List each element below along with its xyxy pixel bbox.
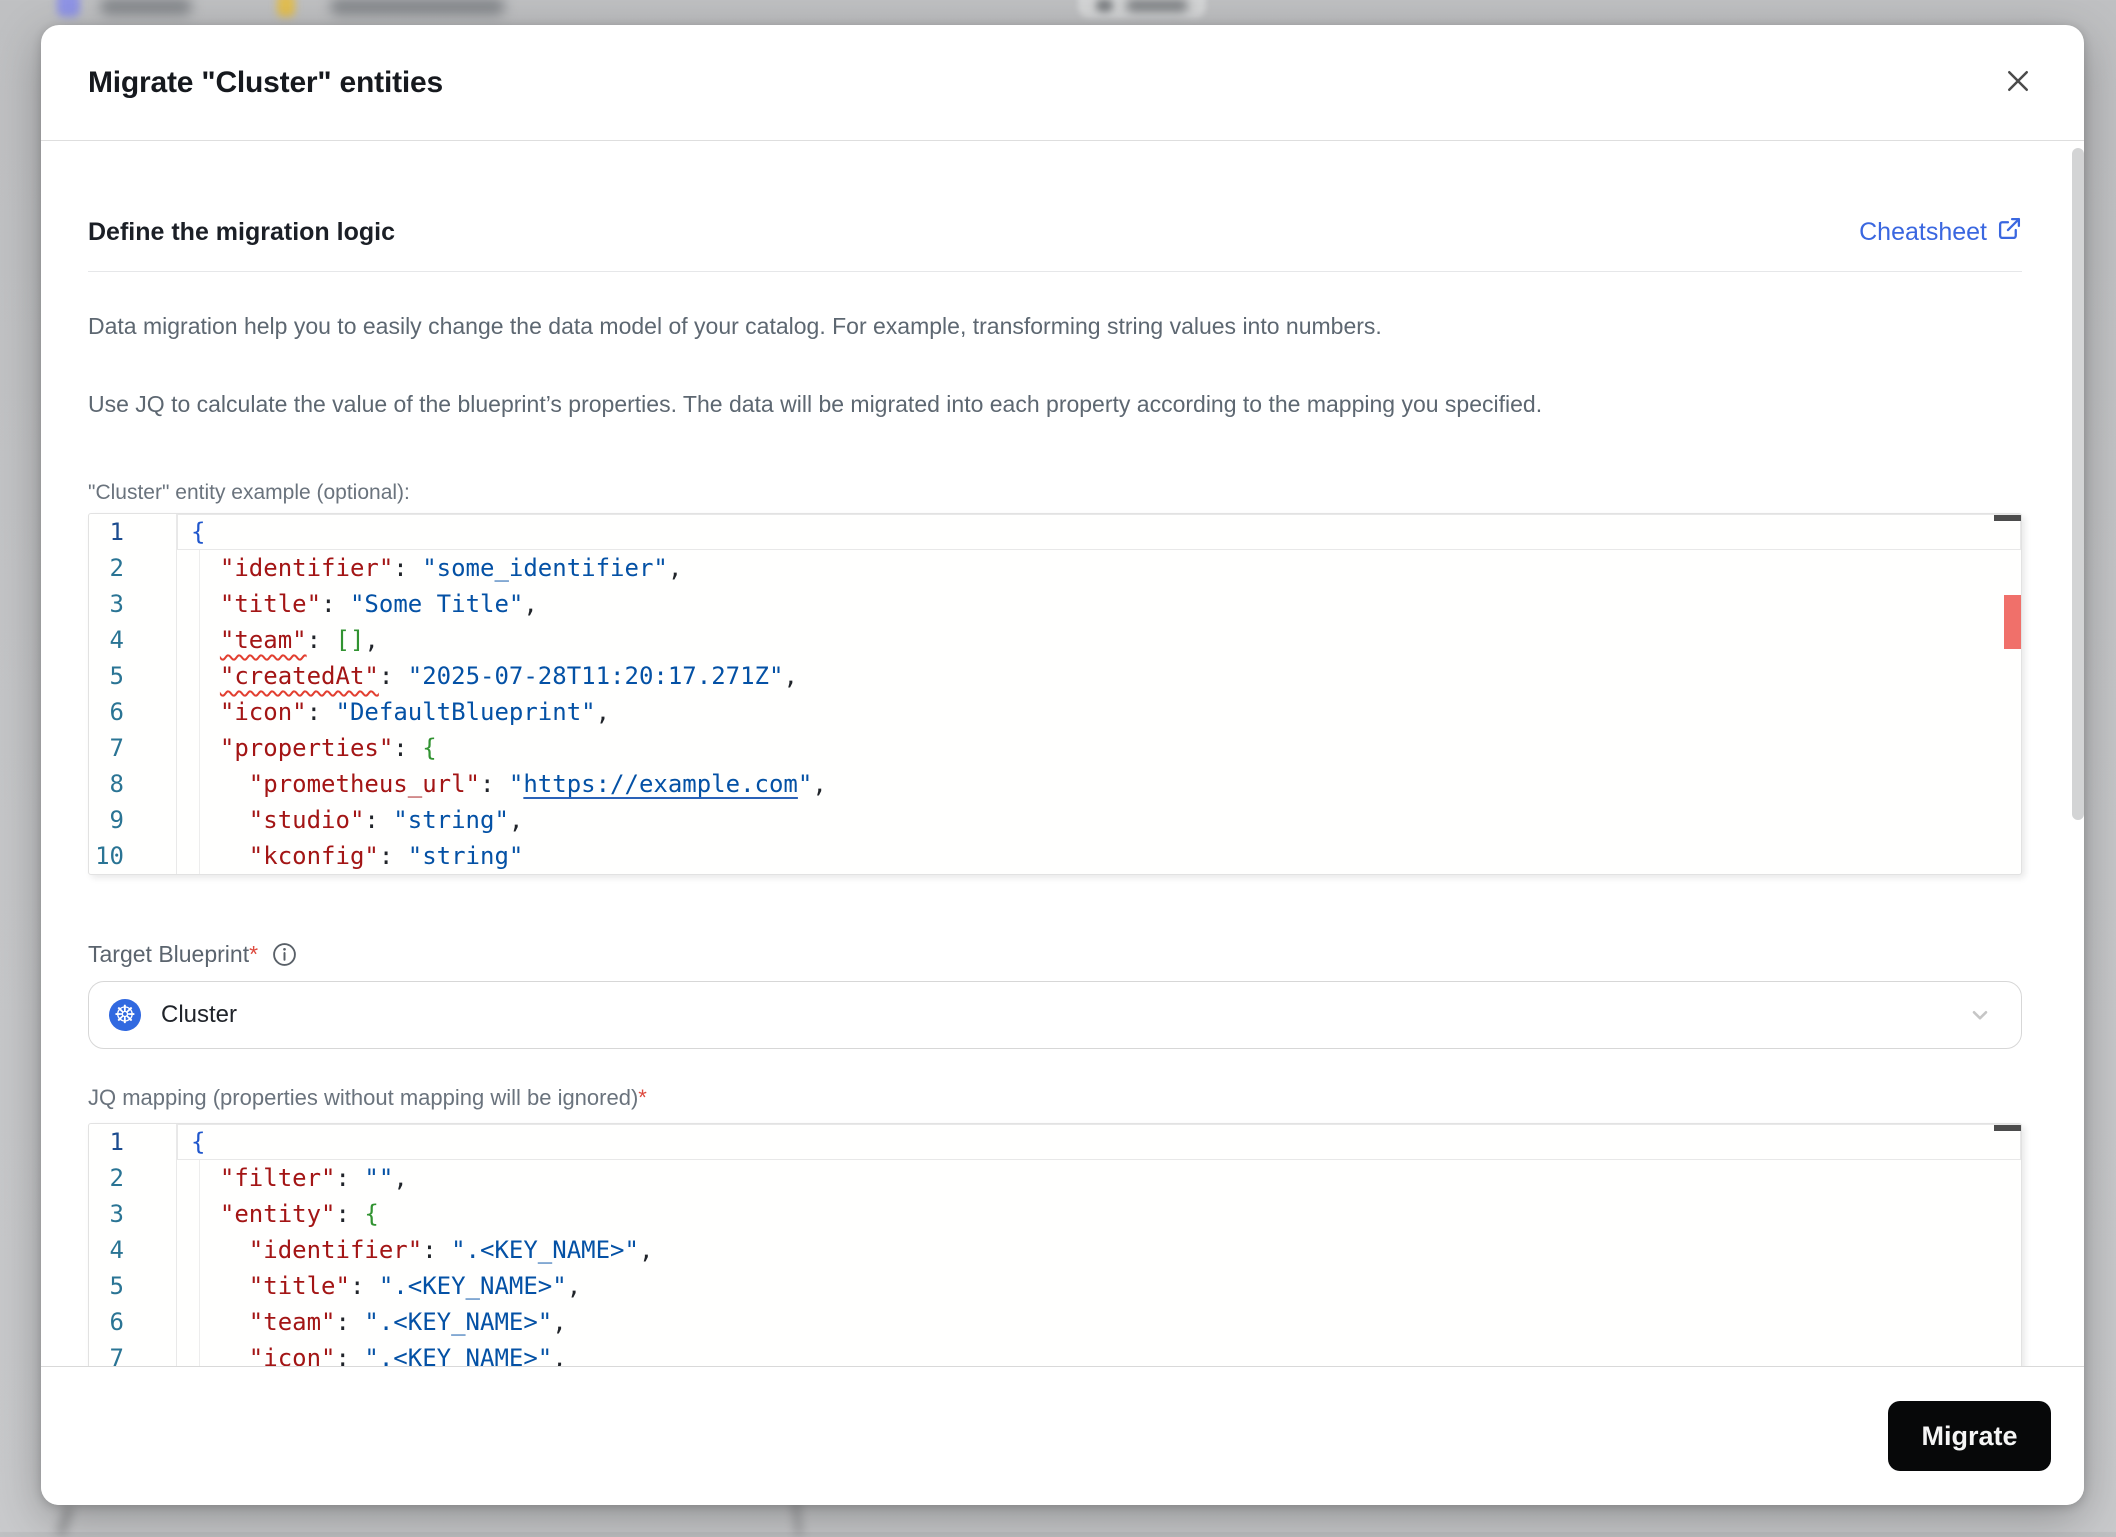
line-number: 6 bbox=[89, 694, 177, 730]
line-number: 6 bbox=[89, 1304, 177, 1340]
close-button[interactable] bbox=[1996, 61, 2040, 105]
code-line: 1{ bbox=[89, 1124, 2021, 1160]
line-number: 9 bbox=[89, 802, 177, 838]
modal-scrollbar-thumb[interactable] bbox=[2072, 148, 2084, 820]
code-text: "studio": "string", bbox=[248, 806, 524, 834]
line-number: 4 bbox=[89, 622, 177, 658]
migrate-button[interactable]: Migrate bbox=[1888, 1401, 2051, 1471]
modal-footer: Migrate bbox=[41, 1366, 2084, 1505]
code-text: "icon": "DefaultBlueprint", bbox=[219, 698, 611, 726]
blurred-catalog-icon bbox=[57, 0, 80, 17]
required-asterisk: * bbox=[638, 1085, 647, 1110]
editor-scrollbar-thumb[interactable] bbox=[1994, 515, 2021, 521]
code-text: "identifier": ".<KEY_NAME>", bbox=[248, 1236, 654, 1264]
code-text: "team": ".<KEY_NAME>", bbox=[248, 1308, 567, 1336]
code-line: 6 "icon": "DefaultBlueprint", bbox=[89, 694, 2021, 730]
code-text: "title": "Some Title", bbox=[219, 590, 538, 618]
code-text: "team": [], bbox=[219, 626, 379, 654]
code-line: 2 "filter": "", bbox=[89, 1160, 2021, 1196]
indent-guide bbox=[199, 550, 200, 874]
jq-mapping-code-editor[interactable]: 1{2 "filter": "", 3 "entity": {4 "identif… bbox=[88, 1123, 2022, 1377]
blurred-search-icon bbox=[1096, 0, 1113, 12]
external-link-icon bbox=[1997, 216, 2022, 248]
line-number: 7 bbox=[89, 730, 177, 766]
overview-ruler-error-mark bbox=[2004, 595, 2021, 649]
line-number: 4 bbox=[89, 1232, 177, 1268]
entity-example-code-editor[interactable]: 1{2 "identifier": "some_identifier", 3 "t… bbox=[88, 513, 2022, 875]
code-text: "entity": { bbox=[219, 1200, 379, 1228]
line-number: 3 bbox=[89, 586, 177, 622]
code-text: { bbox=[177, 1124, 2021, 1160]
section-divider bbox=[88, 271, 2022, 272]
indent-guide bbox=[199, 1160, 200, 1372]
code-line: 5 "title": ".<KEY_NAME>", bbox=[89, 1268, 2021, 1304]
code-line: 1{ bbox=[89, 514, 2021, 550]
line-number: 2 bbox=[89, 550, 177, 586]
line-number: 5 bbox=[89, 658, 177, 694]
line-number: 1 bbox=[89, 1124, 177, 1160]
line-number: 5 bbox=[89, 1268, 177, 1304]
blurred-nav-label bbox=[330, 0, 505, 15]
jq-mapping-label: JQ mapping (properties without mapping w… bbox=[88, 1085, 647, 1110]
cheatsheet-link-label: Cheatsheet bbox=[1859, 217, 1987, 246]
code-text: "filter": "", bbox=[219, 1164, 408, 1192]
code-text: { bbox=[177, 514, 2021, 550]
line-number: 8 bbox=[89, 766, 177, 802]
blurred-self-service-icon bbox=[277, 0, 295, 17]
line-number: 2 bbox=[89, 1160, 177, 1196]
code-line: 9 "studio": "string", bbox=[89, 802, 2021, 838]
close-icon bbox=[2003, 66, 2033, 99]
description-paragraph-2: Use JQ to calculate the value of the blu… bbox=[88, 391, 1543, 417]
entity-example-label: "Cluster" entity example (optional): bbox=[88, 481, 410, 504]
code-line: 3 "title": "Some Title", bbox=[89, 586, 2021, 622]
section-heading: Define the migration logic bbox=[88, 217, 395, 246]
code-text: "title": ".<KEY_NAME>", bbox=[248, 1272, 582, 1300]
code-text: "kconfig": "string" bbox=[248, 842, 524, 870]
modal-title: Migrate "Cluster" entities bbox=[88, 65, 443, 99]
code-line: 3 "entity": { bbox=[89, 1196, 2021, 1232]
modal-body: Define the migration logic Cheatsheet Da… bbox=[41, 142, 2084, 1391]
code-line: 5 "createdAt": "2025-07-28T11:20:17.271Z… bbox=[89, 658, 2021, 694]
editor-scrollbar-thumb[interactable] bbox=[1994, 1125, 2021, 1131]
background-smudge bbox=[55, 1505, 75, 1537]
code-text: "prometheus_url": "https://example.com", bbox=[248, 770, 827, 798]
required-asterisk: * bbox=[249, 940, 259, 967]
background-smudge bbox=[792, 1501, 803, 1537]
code-text: "properties": { bbox=[219, 734, 437, 762]
modal-header: Migrate "Cluster" entities bbox=[41, 25, 2084, 141]
target-blueprint-select[interactable]: ☸ Cluster bbox=[88, 981, 2022, 1049]
code-line: 8 "prometheus_url": "https://example.com… bbox=[89, 766, 2021, 802]
code-text: "identifier": "some_identifier", bbox=[219, 554, 683, 582]
cheatsheet-link[interactable]: Cheatsheet bbox=[1859, 216, 2022, 248]
line-number: 10 bbox=[89, 838, 177, 874]
code-text: "createdAt": "2025-07-28T11:20:17.271Z", bbox=[219, 662, 798, 690]
info-icon[interactable] bbox=[272, 942, 297, 967]
target-blueprint-label: Target Blueprint* bbox=[88, 940, 259, 967]
chevron-down-icon bbox=[1967, 1002, 1993, 1028]
migrate-entities-modal: Migrate "Cluster" entities Define the mi… bbox=[41, 25, 2084, 1505]
code-line: 4 "identifier": ".<KEY_NAME>", bbox=[89, 1232, 2021, 1268]
line-number: 3 bbox=[89, 1196, 177, 1232]
code-line: 7 "properties": { bbox=[89, 730, 2021, 766]
code-line: 2 "identifier": "some_identifier", bbox=[89, 550, 2021, 586]
blurred-nav-label bbox=[100, 0, 192, 15]
description-paragraph-1: Data migration help you to easily change… bbox=[88, 313, 1382, 339]
kubernetes-icon: ☸ bbox=[109, 999, 141, 1031]
code-line: 6 "team": ".<KEY_NAME>", bbox=[89, 1304, 2021, 1340]
code-line: 4 "team": [], bbox=[89, 622, 2021, 658]
target-blueprint-value: Cluster bbox=[161, 1001, 238, 1028]
line-number: 1 bbox=[89, 514, 177, 550]
code-line: 10 "kconfig": "string" bbox=[89, 838, 2021, 874]
blurred-search-label bbox=[1126, 0, 1188, 12]
